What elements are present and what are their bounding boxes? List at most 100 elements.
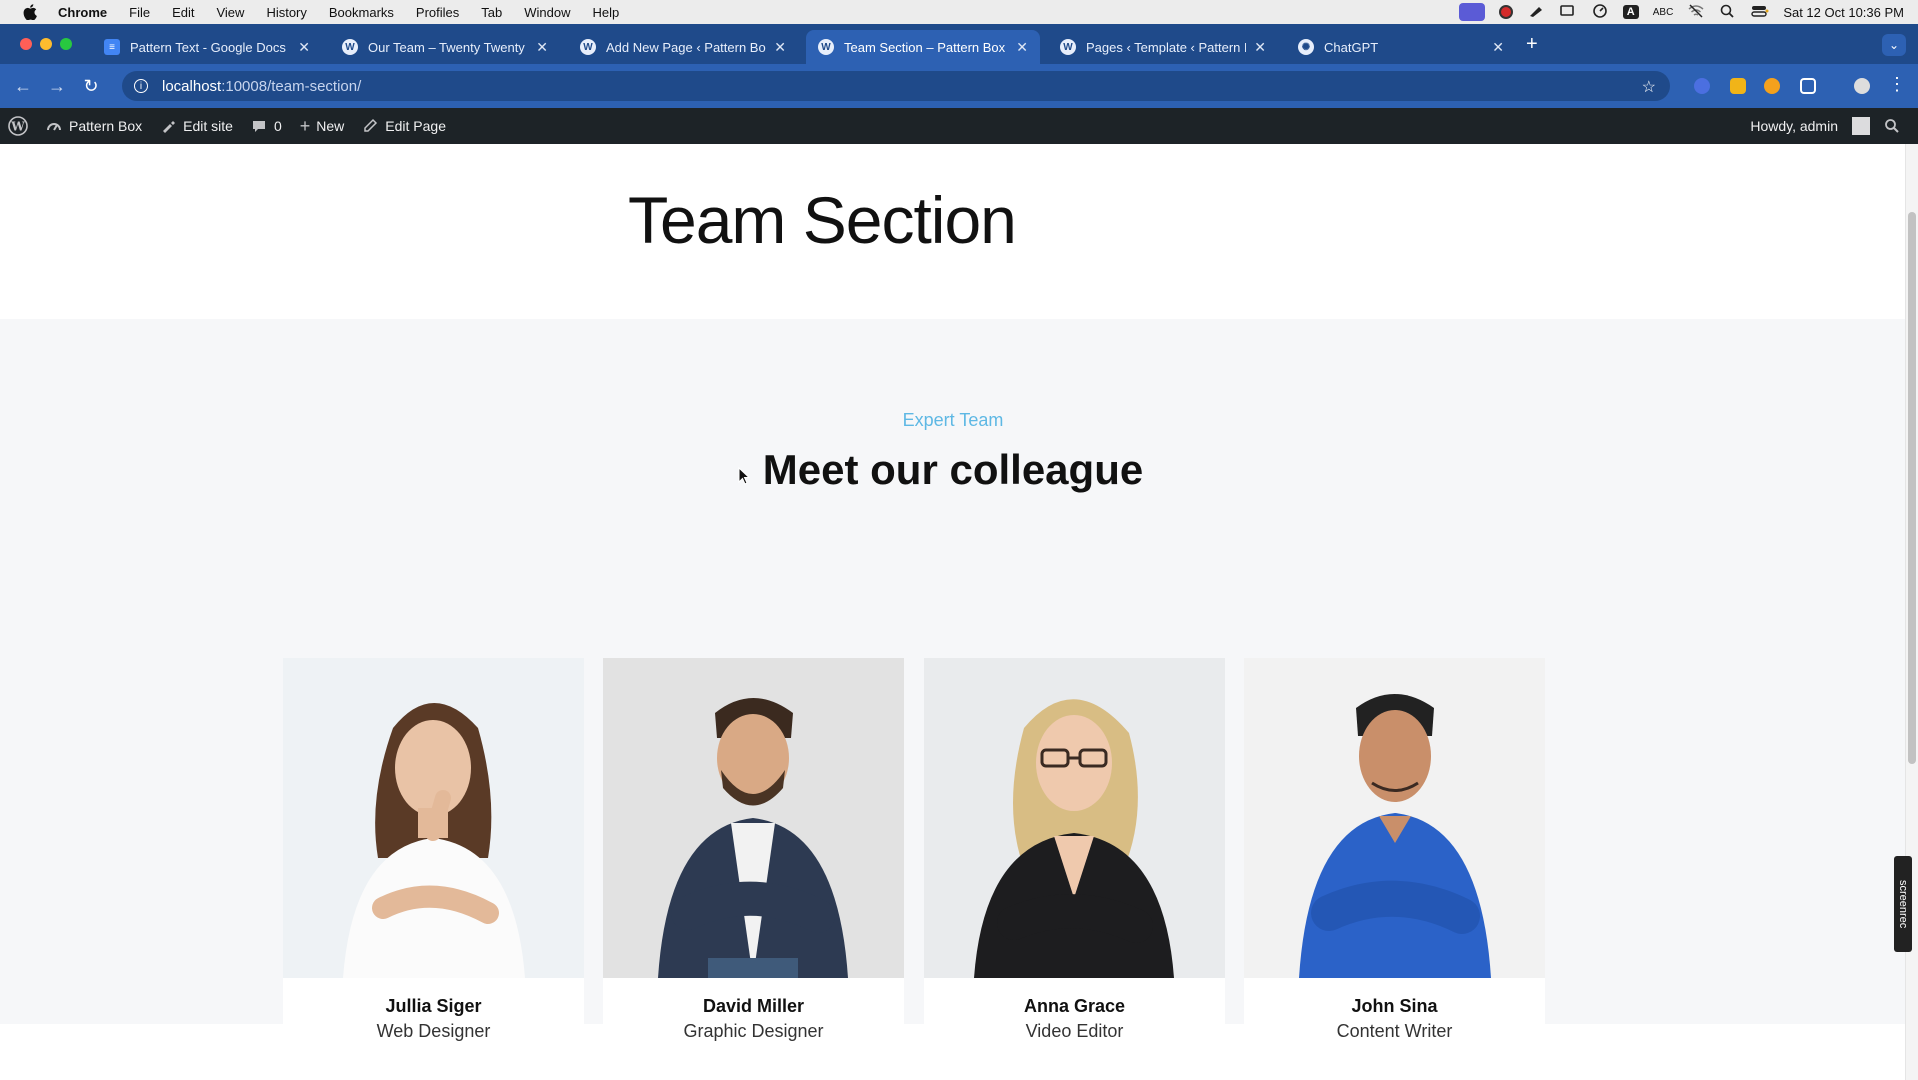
tab-our-team[interactable]: W Our Team – Twenty Twenty F ✕	[330, 30, 560, 64]
tab-chatgpt[interactable]: ✺ ChatGPT ✕	[1286, 30, 1516, 64]
mouse-cursor-icon	[738, 467, 751, 485]
admin-bar-new-label: New	[316, 118, 345, 134]
menu-tab[interactable]: Tab	[481, 5, 502, 20]
extension-wallet-icon[interactable]	[1730, 78, 1746, 94]
wordpress-icon: W	[342, 39, 358, 55]
menu-file[interactable]: File	[129, 5, 150, 20]
menubar-datetime[interactable]: Sat 12 Oct 10:36 PM	[1783, 5, 1904, 20]
tab-title: Pages ‹ Template ‹ Pattern B	[1086, 39, 1247, 55]
admin-bar-edit-page-label: Edit Page	[385, 118, 447, 134]
team-card: David Miller Graphic Designer	[603, 658, 904, 1078]
menu-app-chrome[interactable]: Chrome	[58, 5, 107, 20]
tab-pages-template[interactable]: W Pages ‹ Template ‹ Pattern B ✕	[1048, 30, 1278, 64]
tab-add-new-page[interactable]: W Add New Page ‹ Pattern Box ✕	[568, 30, 798, 64]
input-source-label[interactable]: ABC	[1653, 7, 1674, 18]
browser-toolbar: ← → ↻ i localhost:10008/team-section/ ☆ …	[0, 64, 1918, 108]
window-controls	[20, 38, 72, 50]
back-arrow-icon[interactable]: ←	[6, 76, 40, 97]
admin-bar-site-name: Pattern Box	[69, 118, 143, 134]
screen-mirror-icon[interactable]	[1458, 3, 1485, 21]
dashboard-gauge-icon	[47, 123, 61, 131]
close-tab-icon[interactable]: ✕	[298, 39, 310, 56]
tab-search-chevron-icon[interactable]: ⌄	[1882, 34, 1906, 56]
team-card: John Sina Content Writer	[1244, 658, 1545, 1078]
forward-arrow-icon[interactable]: →	[40, 76, 74, 97]
member-name: John Sina	[1351, 996, 1438, 1016]
address-bar[interactable]: i localhost:10008/team-section/ ☆	[122, 71, 1670, 101]
screenrec-label: screenrec	[1897, 879, 1909, 929]
spotlight-search-icon[interactable]	[1719, 4, 1737, 21]
extension-gear-icon[interactable]	[1694, 78, 1710, 94]
menu-view[interactable]: View	[216, 5, 244, 20]
menu-history[interactable]: History	[266, 5, 306, 20]
member-name: Anna Grace	[1023, 996, 1126, 1016]
macos-menu-bar: Chrome File Edit View History Bookmarks …	[0, 0, 1918, 24]
user-avatar[interactable]	[1852, 117, 1870, 135]
control-center-icon[interactable]	[1751, 4, 1769, 21]
page-title: Team Section	[628, 183, 1017, 257]
team-photo	[924, 658, 1225, 978]
admin-bar-new[interactable]: + New	[300, 116, 345, 137]
howdy-user[interactable]: Howdy, admin	[1750, 118, 1838, 134]
scrollbar-thumb[interactable]	[1908, 212, 1916, 764]
close-tab-icon[interactable]: ✕	[1254, 39, 1266, 56]
pen-icon[interactable]	[1527, 4, 1545, 21]
keyboard-a-icon[interactable]: A	[1622, 5, 1639, 19]
tab-title: Team Section – Pattern Box	[844, 39, 1006, 55]
wordpress-icon: W	[1060, 39, 1076, 55]
chrome-menu-icon[interactable]: ⋮	[1888, 74, 1906, 95]
new-tab-icon[interactable]: +	[1526, 34, 1538, 54]
extensions-puzzle-icon[interactable]	[1800, 78, 1816, 94]
team-photo	[603, 658, 904, 978]
display-icon[interactable]	[1559, 4, 1577, 21]
wordpress-icon: W	[580, 39, 596, 55]
admin-bar-edit-site[interactable]: Edit site	[160, 118, 233, 134]
tab-title: ChatGPT	[1324, 39, 1379, 55]
close-window-icon[interactable]	[20, 38, 32, 50]
admin-bar-edit-site-label: Edit site	[183, 118, 233, 134]
admin-bar-account: Howdy, admin	[1750, 108, 1900, 144]
admin-bar-search-icon[interactable]	[1884, 118, 1900, 134]
comment-count: 0	[273, 118, 282, 134]
menu-help[interactable]: Help	[593, 5, 620, 20]
tab-team-section[interactable]: W Team Section – Pattern Box ✕	[806, 30, 1040, 64]
menu-bookmarks[interactable]: Bookmarks	[329, 5, 394, 20]
close-tab-icon[interactable]: ✕	[1016, 39, 1028, 56]
admin-bar-edit-page[interactable]: Edit Page	[362, 118, 446, 134]
close-tab-icon[interactable]: ✕	[774, 39, 786, 56]
wifi-off-icon[interactable]	[1687, 3, 1705, 21]
zoom-window-icon[interactable]	[60, 38, 72, 50]
admin-bar-site-link[interactable]: Pattern Box	[46, 118, 142, 134]
status-tray: A ABC Sat 12 Oct 10:36 PM	[1458, 0, 1904, 24]
tab-google-docs[interactable]: ≡ Pattern Text - Google Docs ✕	[92, 30, 322, 64]
apple-icon[interactable]	[18, 4, 42, 20]
tab-title: Our Team – Twenty Twenty F	[368, 39, 529, 55]
close-tab-icon[interactable]: ✕	[536, 39, 548, 56]
admin-bar-comments[interactable]: 0	[251, 118, 282, 134]
tab-title: Pattern Text - Google Docs	[130, 39, 286, 55]
timer-icon[interactable]	[1591, 3, 1609, 21]
comment-bubble-icon	[252, 121, 265, 132]
menu-window[interactable]: Window	[524, 5, 570, 20]
extension-cookie-icon[interactable]	[1764, 78, 1780, 94]
reload-icon[interactable]: ↻	[74, 76, 108, 97]
minimize-window-icon[interactable]	[40, 38, 52, 50]
pencil-icon	[364, 118, 378, 132]
record-icon[interactable]	[1498, 5, 1513, 19]
member-role: Web Designer	[376, 1021, 491, 1041]
wp-admin-bar: W Pattern Box Edit site 0 + New Edit Pag…	[0, 108, 1918, 144]
profile-avatar-icon[interactable]	[1854, 78, 1870, 94]
wordpress-logo-icon[interactable]: W	[8, 116, 28, 136]
team-photo	[283, 658, 584, 978]
bookmark-star-icon[interactable]: ☆	[1642, 77, 1656, 97]
site-info-icon[interactable]: i	[134, 79, 148, 93]
close-tab-icon[interactable]: ✕	[1492, 39, 1504, 56]
screenrec-widget[interactable]: screenrec	[1894, 856, 1912, 952]
member-role: Graphic Designer	[683, 1021, 824, 1041]
wordpress-icon: W	[818, 39, 834, 55]
menu-profiles[interactable]: Profiles	[416, 5, 459, 20]
member-role: Content Writer	[1336, 1021, 1453, 1041]
menu-edit[interactable]: Edit	[172, 5, 194, 20]
member-role: Video Editor	[1025, 1021, 1124, 1041]
member-name: Jullia Siger	[385, 996, 482, 1016]
